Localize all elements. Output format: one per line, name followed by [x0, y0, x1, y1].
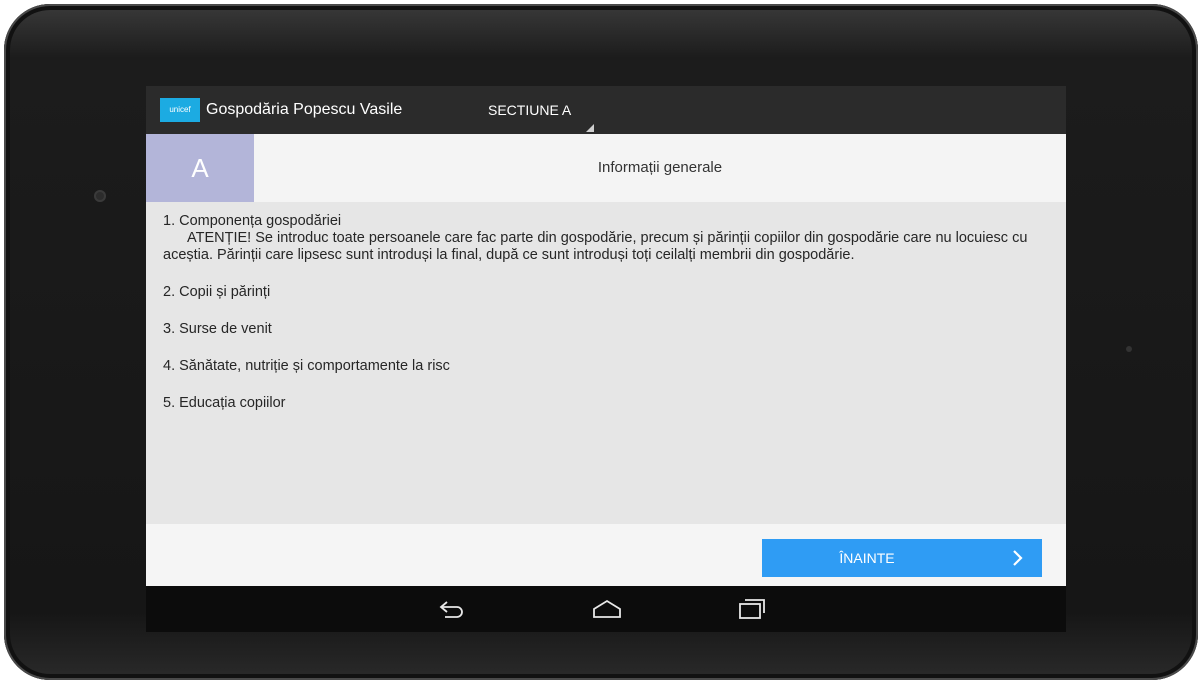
app-title: Gospodăria Popescu Vasile: [206, 101, 403, 118]
back-icon: [439, 601, 463, 618]
section-selector-label: SECTIUNE A: [488, 102, 572, 118]
sensor-dot: [1126, 346, 1132, 352]
list-item-title: 3. Surse de venit: [163, 321, 272, 337]
list-item-title: 4. Sănătate, nutriție și comportamente l…: [163, 358, 450, 374]
next-button[interactable]: ÎNAINTE: [762, 539, 1042, 577]
footer-bar: ÎNAINTE: [146, 524, 1066, 586]
unicef-logo: unicef: [160, 98, 200, 122]
list-item: 2. Copii și părinți: [163, 284, 1053, 301]
list-item: 5. Educația copiilor: [163, 395, 1053, 412]
list-item: 3. Surse de venit: [163, 321, 1053, 338]
section-badge: A: [146, 134, 254, 202]
chevron-right-icon: [1013, 550, 1023, 566]
recents-icon: [739, 599, 765, 619]
section-title: Informații generale: [597, 159, 723, 176]
screen: unicef Gospodăria Popescu Vasile SECTIUN…: [146, 86, 1066, 632]
camera-icon: [94, 190, 106, 202]
section-selector[interactable]: SECTIUNE A: [476, 86, 596, 134]
section-items-list: 1. Componența gospodăriei ATENȚIE! Se in…: [163, 213, 1053, 432]
list-item: 4. Sănătate, nutriție și comportamente l…: [163, 358, 1053, 375]
android-nav-bar: [146, 586, 1066, 632]
dropdown-triangle-icon: [586, 124, 594, 132]
back-button[interactable]: [422, 586, 482, 632]
home-icon: [593, 599, 621, 618]
action-bar: unicef Gospodăria Popescu Vasile SECTIUN…: [146, 86, 1066, 134]
list-item: 1. Componența gospodăriei ATENȚIE! Se in…: [163, 213, 1053, 264]
attention-note: ATENȚIE! Se introduc toate persoanele ca…: [163, 230, 1028, 263]
recents-button[interactable]: [722, 586, 782, 632]
list-item-title: 5. Educația copiilor: [163, 395, 286, 411]
list-item-title: 2. Copii și părinți: [163, 284, 271, 300]
next-button-label: ÎNAINTE: [839, 550, 895, 566]
home-button[interactable]: [577, 586, 637, 632]
section-header: A Informații generale: [146, 134, 1066, 202]
list-item-title: 1. Componența gospodăriei: [163, 213, 342, 229]
